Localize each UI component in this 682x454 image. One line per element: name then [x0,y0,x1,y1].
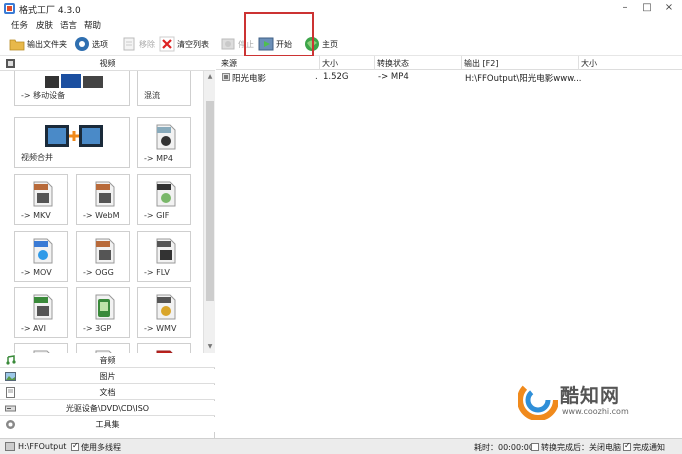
tile-vob[interactable] [76,343,130,353]
gif-file-icon [156,181,176,207]
output-folder-icon [5,442,15,451]
close-button[interactable]: × [658,0,680,17]
mp4-file-icon [156,124,176,150]
status-bar: H:\FFOutput 使用多线程 耗时：00:00:00 转换完成后：关闭电脑… [0,438,682,454]
tile-swf[interactable] [137,343,191,353]
notify-check-icon[interactable] [623,441,631,451]
tile-mkv[interactable]: -> MKV [14,174,68,225]
watermark-brand: 酷知网 [560,385,621,407]
clear-list-x-icon [159,36,175,52]
scroll-thumb[interactable] [206,101,214,301]
start-highlight-annotation [244,12,314,57]
task-list-header: 来源 大小 转换状态 输出 [F2] 大小 [216,56,682,70]
folder-icon [9,39,25,51]
options-button[interactable]: 选项 [74,35,108,53]
menu-task[interactable]: 任务 [11,19,28,31]
mkv-file-icon [33,181,53,207]
scroll-up-arrow-icon[interactable]: ▲ [206,73,214,81]
tile-ogg[interactable]: -> OGG [76,231,130,282]
avi-file-icon [33,294,53,320]
category-document[interactable]: 文档 [0,385,215,400]
menu-language[interactable]: 语言 [60,19,77,31]
toolbar: 输出文件夹 选项 移除 清空列表 停止 开始 主页 [0,32,682,56]
scroll-down-arrow-icon[interactable]: ▼ [206,343,214,351]
row-source: 阳光电影 [232,74,267,84]
ogg-file-icon [95,238,115,264]
title-bar: 格式工厂 4.3.0 – □ × [0,0,682,17]
column-divider [461,56,462,70]
tile-webm[interactable]: -> WebM [76,174,130,225]
column-size[interactable]: 大小 [322,58,338,69]
options-gear-icon [75,37,89,51]
webm-file-icon [95,181,115,207]
menu-bar: 任务 皮肤 语言 帮助 [0,17,682,32]
tile-mov[interactable]: -> MOV [14,231,68,282]
remove-icon [123,37,135,51]
tile-wmv[interactable]: -> WMV [137,287,191,338]
window-title: 格式工厂 4.3.0 [19,6,81,16]
column-status[interactable]: 转换状态 [377,58,409,69]
video-merge-icon [45,125,103,147]
row-size: 1.52G [323,72,349,82]
video-format-grid: -> 移动设备 混流 视频合并 -> MP4 -> MKV -> WebM ->… [0,71,215,353]
row-source-trail: . [315,72,318,82]
menu-help[interactable]: 帮助 [84,19,101,31]
shutdown-label: 转换完成后：关闭电脑 [541,443,621,452]
row-status: -> MP4 [378,72,409,82]
category-video-header[interactable]: 视频 [0,56,215,71]
3gp-file-icon [95,294,115,320]
shutdown-checkbox[interactable]: 转换完成后：关闭电脑 [531,442,621,453]
notify-checkbox[interactable]: 完成通知 [623,441,665,453]
tile-mpeg[interactable] [14,343,68,353]
coozhi-logo-icon [518,380,558,420]
tile-mobile-device[interactable]: -> 移动设备 [14,71,130,106]
clear-list-button[interactable]: 清空列表 [159,35,209,53]
tile-3gp[interactable]: -> 3GP [76,287,130,338]
maximize-button[interactable]: □ [636,0,658,17]
row-output: H:\FFOutput\阳光电影www... [465,74,582,84]
minimize-button[interactable]: – [614,0,636,17]
column-divider [319,56,320,70]
tile-flv[interactable]: -> FLV [137,231,191,282]
category-audio[interactable]: 音频 [0,353,215,368]
stop-icon [221,38,235,50]
column-output-size[interactable]: 大小 [581,58,597,69]
column-divider [578,56,579,70]
format-factory-window: 格式工厂 4.3.0 – □ × 任务 皮肤 语言 帮助 输出文件夹 选项 移除… [0,0,682,454]
notify-label: 完成通知 [633,443,665,452]
mov-file-icon [33,238,53,264]
column-divider [374,56,375,70]
file-type-icon [222,73,230,81]
category-optical-disc[interactable]: 光驱设备\DVD\CD\ISO [0,401,215,416]
multithread-check-icon[interactable] [71,441,79,451]
table-row[interactable]: 阳光电影 . 1.52G -> MP4 H:\FFOutput\阳光电影www.… [216,70,682,84]
tile-video-merge[interactable]: 视频合并 [14,117,130,168]
column-source[interactable]: 来源 [221,58,237,69]
column-output[interactable]: 输出 [F2] [464,58,498,69]
menu-skin[interactable]: 皮肤 [36,19,53,31]
status-output-path[interactable]: H:\FFOutput [18,442,66,451]
multithread-checkbox[interactable]: 使用多线程 [71,441,121,453]
tile-mp4[interactable]: -> MP4 [137,117,191,168]
category-scrollbar[interactable]: ▲ ▼ [203,71,215,353]
coozhi-watermark: 酷知网 www.coozhi.com [518,380,668,422]
status-elapsed: 耗时：00:00:00 [474,443,534,452]
category-toolbox[interactable]: 工具集 [0,417,215,432]
watermark-url: www.coozhi.com [562,407,629,416]
tile-gif[interactable]: -> GIF [137,174,191,225]
output-folder-button[interactable]: 输出文件夹 [9,35,67,53]
mobile-devices-icon [45,74,103,88]
shutdown-check-icon[interactable] [531,443,539,451]
category-pane: 视频 -> 移动设备 混流 视频合并 -> MP4 -> MKV -> WebM… [0,56,215,438]
app-logo-icon [4,3,15,14]
remove-button[interactable]: 移除 [121,35,155,53]
category-picture[interactable]: 图片 [0,369,215,384]
flv-file-icon [156,238,176,264]
wmv-file-icon [156,294,176,320]
multithread-label: 使用多线程 [81,443,121,452]
tile-mixed-stream[interactable]: 混流 [137,71,191,106]
tile-avi[interactable]: -> AVI [14,287,68,338]
